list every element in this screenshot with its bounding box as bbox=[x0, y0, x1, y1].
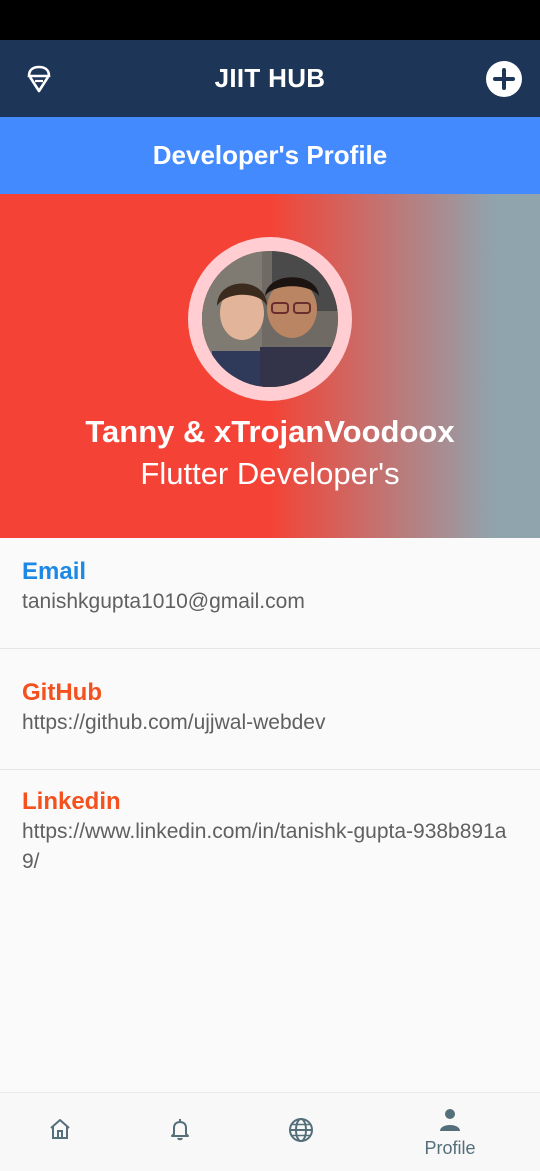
section-title: Developer's Profile bbox=[0, 117, 540, 194]
developer-role: Flutter Developer's bbox=[140, 456, 400, 491]
person-icon bbox=[440, 1109, 460, 1131]
contact-linkedin[interactable]: Linkedin https://www.linkedin.com/in/tan… bbox=[0, 770, 540, 890]
nav-label-profile: Profile bbox=[424, 1138, 476, 1158]
contact-value: https://www.linkedin.com/in/tanishk-gupt… bbox=[22, 820, 507, 873]
avatar-ring bbox=[188, 237, 352, 401]
contact-label: GitHub bbox=[22, 679, 102, 706]
app-title: JIIT HUB bbox=[214, 63, 326, 93]
nav-item-notifications[interactable] bbox=[120, 1093, 240, 1171]
home-icon bbox=[50, 1119, 70, 1139]
contact-github[interactable]: GitHub https://github.com/ujjwal-webdev bbox=[0, 649, 540, 769]
globe-icon bbox=[289, 1118, 313, 1142]
contact-email[interactable]: Email tanishkgupta1010@gmail.com bbox=[0, 538, 540, 648]
add-circle-icon[interactable] bbox=[486, 61, 522, 97]
avatar bbox=[202, 251, 338, 387]
developer-name: Tanny & xTrojanVoodoox bbox=[85, 414, 455, 449]
bottom-navigation: Profile bbox=[0, 1092, 540, 1171]
nav-item-web[interactable] bbox=[240, 1093, 360, 1171]
profile-hero: Tanny & xTrojanVoodoox Flutter Developer… bbox=[0, 194, 540, 538]
contact-label: Linkedin bbox=[22, 788, 121, 815]
app-bar: JIIT HUB bbox=[0, 40, 540, 117]
contact-value: https://github.com/ujjwal-webdev bbox=[22, 711, 326, 734]
nav-item-profile[interactable]: Profile bbox=[390, 1093, 510, 1171]
contact-label: Email bbox=[22, 558, 87, 585]
status-bar bbox=[0, 0, 540, 40]
contact-value: tanishkgupta1010@gmail.com bbox=[22, 590, 305, 613]
bell-icon bbox=[171, 1119, 189, 1141]
nav-item-home[interactable] bbox=[0, 1093, 120, 1171]
